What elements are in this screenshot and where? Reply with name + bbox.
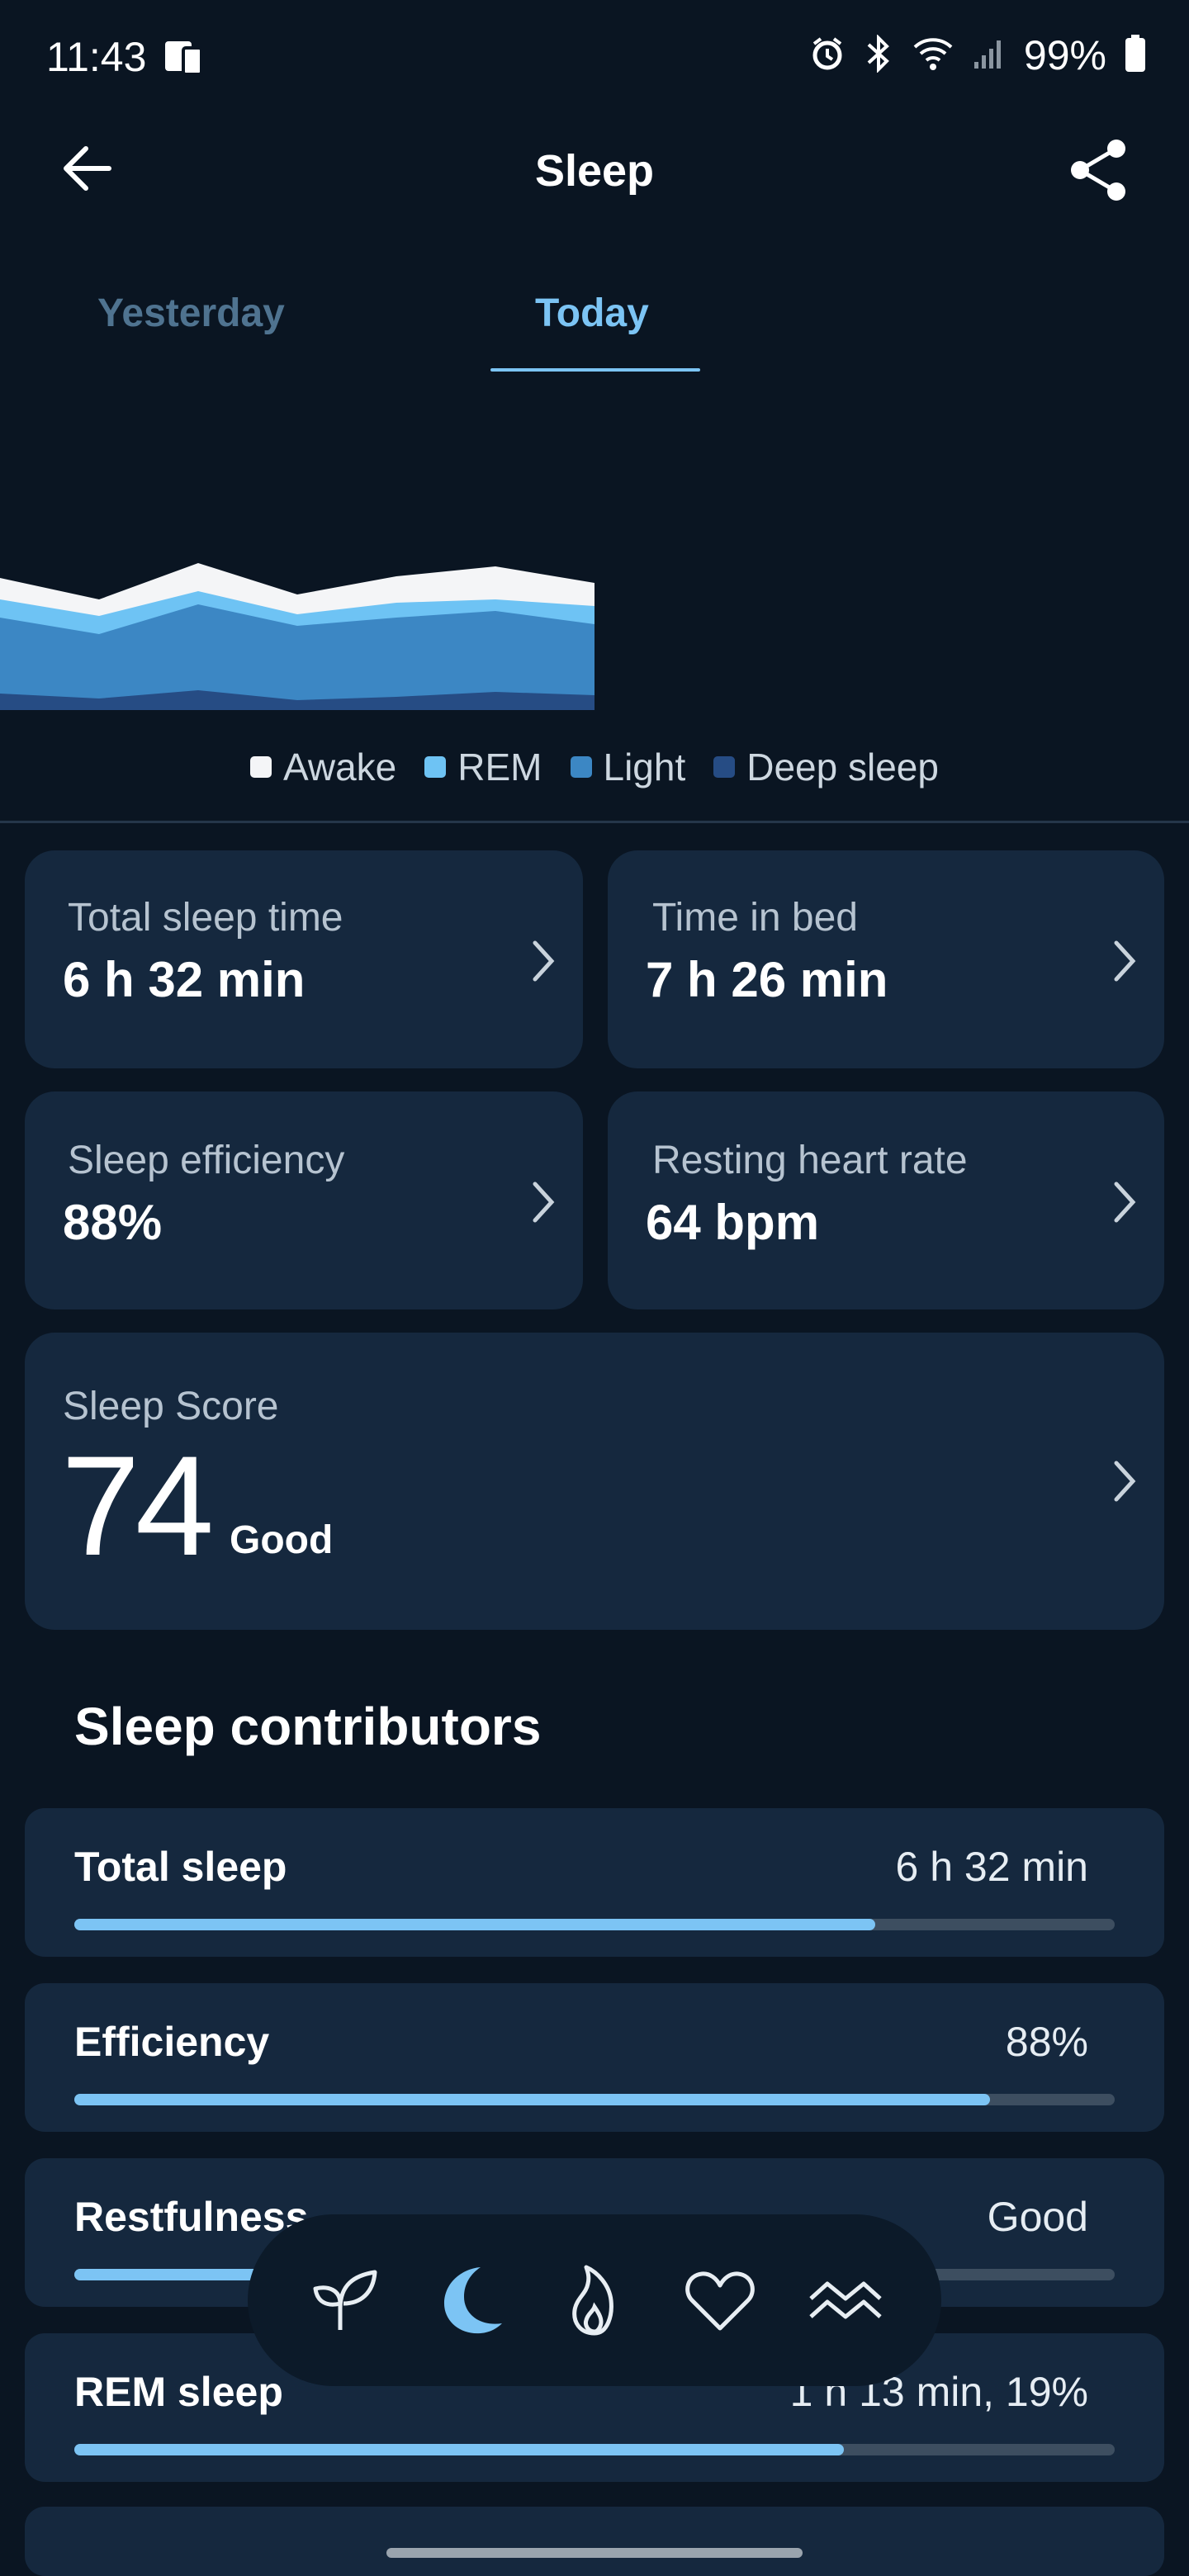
nav-sleep-button[interactable]: [426, 2257, 512, 2343]
moon-icon: [444, 2267, 502, 2334]
progress-track: [74, 2444, 1115, 2455]
resting-heart-rate-card[interactable]: Resting heart rate 64 bpm: [608, 1091, 1164, 1309]
contributor-label: Efficiency: [74, 2019, 270, 2065]
legend-label: REM: [457, 746, 542, 788]
divider: [0, 821, 1189, 823]
progress-fill: [74, 2444, 845, 2455]
chevron-right-icon: [1114, 1181, 1136, 1223]
nav-stress-button[interactable]: [803, 2257, 888, 2343]
contributor-value: 6 h 32 min: [895, 1844, 1088, 1890]
contributor-label: Total sleep: [74, 1844, 287, 1890]
legend-swatch-awake: [250, 756, 272, 778]
share-icon: [1071, 140, 1125, 201]
sleep-efficiency-card[interactable]: Sleep efficiency 88%: [25, 1091, 583, 1309]
wifi-icon: [912, 36, 955, 76]
sleep-score-label: Sleep Score: [63, 1385, 279, 1428]
legend-swatch-deep-sleep: [713, 756, 736, 778]
contributor-next-partial[interactable]: [25, 2507, 1164, 2576]
contributor-value: 88%: [1005, 2019, 1088, 2065]
legend-item-light: Light: [570, 745, 686, 789]
contributor-total-sleep[interactable]: Total sleep 6 h 32 min: [25, 1808, 1164, 1957]
card-value: 7 h 26 min: [646, 952, 888, 1007]
tab-today[interactable]: Today: [535, 291, 649, 336]
legend-swatch-light: [570, 756, 592, 778]
tab-yesterday[interactable]: Yesterday: [97, 291, 285, 336]
page-title: Sleep: [534, 146, 655, 196]
nav-heart-button[interactable]: [677, 2257, 763, 2343]
card-value: 88%: [63, 1195, 163, 1250]
sleep-stages-chart: [0, 563, 594, 710]
legend-item-rem: REM: [424, 745, 542, 789]
legend-label: Deep sleep: [746, 746, 939, 788]
card-value: 6 h 32 min: [63, 952, 306, 1007]
status-time: 11:43: [46, 34, 147, 80]
waves-icon: [809, 2281, 882, 2319]
sleep-score-value: 74: [61, 1427, 214, 1585]
nav-readiness-button[interactable]: [301, 2257, 386, 2343]
section-title: Sleep contributors: [74, 1697, 542, 1756]
card-label: Sleep efficiency: [68, 1139, 345, 1182]
contributor-label: Restfulness: [74, 2194, 309, 2240]
progress-fill: [74, 2094, 990, 2105]
bottom-navigation: [248, 2214, 941, 2386]
contributor-value: Good: [987, 2194, 1088, 2240]
alarm-icon: [809, 36, 846, 76]
total-sleep-time-card[interactable]: Total sleep time 6 h 32 min: [25, 850, 583, 1068]
chevron-right-icon: [1114, 940, 1136, 982]
progress-track: [74, 1919, 1115, 1930]
time-in-bed-card[interactable]: Time in bed 7 h 26 min: [608, 850, 1164, 1068]
contributor-efficiency[interactable]: Efficiency 88%: [25, 1983, 1164, 2132]
legend-label: Light: [603, 746, 686, 788]
legend-swatch-rem: [424, 756, 447, 778]
chevron-right-icon: [533, 1181, 555, 1223]
tab-underline: [490, 368, 700, 372]
legend-item-awake: Awake: [250, 745, 396, 789]
bluetooth-icon: [864, 33, 893, 77]
card-label: Resting heart rate: [652, 1139, 968, 1182]
nav-activity-button[interactable]: [552, 2257, 637, 2343]
home-indicator[interactable]: [386, 2548, 803, 2558]
device-icon: [162, 36, 205, 82]
sprout-icon: [313, 2270, 377, 2330]
signal-icon: [973, 37, 1006, 74]
card-value: 64 bpm: [646, 1195, 820, 1250]
share-button[interactable]: [1065, 135, 1135, 205]
progress-track: [74, 2094, 1115, 2105]
progress-fill: [74, 1919, 876, 1930]
legend-label: Awake: [283, 746, 397, 788]
card-label: Time in bed: [652, 896, 858, 940]
heart-icon: [685, 2271, 755, 2331]
contributor-label: REM sleep: [74, 2369, 283, 2415]
chevron-right-icon: [533, 940, 555, 982]
battery-icon: [1125, 34, 1146, 77]
battery-percentage: 99%: [1023, 32, 1106, 78]
chart-legend: Awake REM Light Deep sleep: [0, 745, 1189, 789]
chevron-right-icon: [1114, 1461, 1136, 1502]
card-label: Total sleep time: [68, 896, 343, 940]
legend-item-deep-sleep: Deep sleep: [713, 745, 939, 789]
flame-icon: [572, 2265, 613, 2336]
status-icons: 99%: [809, 31, 1146, 79]
sleep-score-rating: Good: [230, 1518, 334, 1562]
